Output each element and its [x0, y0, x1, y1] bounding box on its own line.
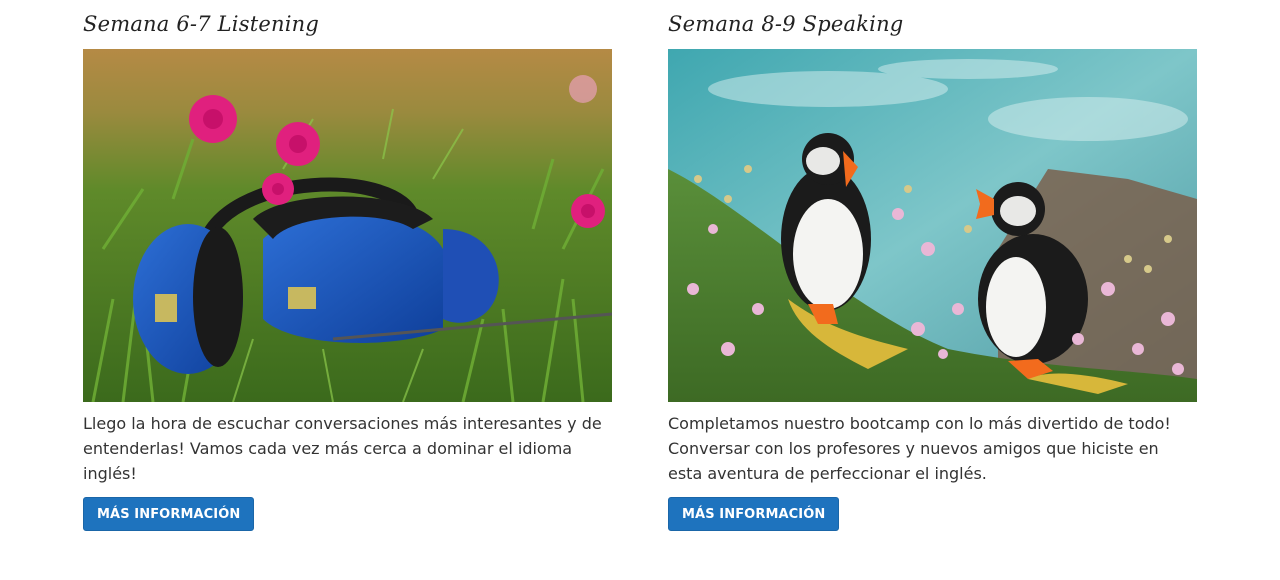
- more-info-button[interactable]: MÁS INFORMACIÓN: [83, 497, 255, 531]
- card-title: Semana 8-9 Speaking: [668, 12, 904, 36]
- course-card-listening: Semana 6-7 Listening Llego la hora de es…: [83, 0, 612, 531]
- card-title: Semana 6-7 Listening: [83, 12, 319, 36]
- card-description: Llego la hora de escuchar conversaciones…: [83, 414, 602, 483]
- course-card-speaking: Semana 8-9 Speaking Completamos nuestro …: [668, 0, 1197, 531]
- headphones-image: [83, 49, 612, 402]
- card-description: Completamos nuestro bootcamp con lo más …: [668, 414, 1171, 483]
- puffins-image: [668, 49, 1197, 402]
- more-info-button[interactable]: MÁS INFORMACIÓN: [668, 497, 840, 531]
